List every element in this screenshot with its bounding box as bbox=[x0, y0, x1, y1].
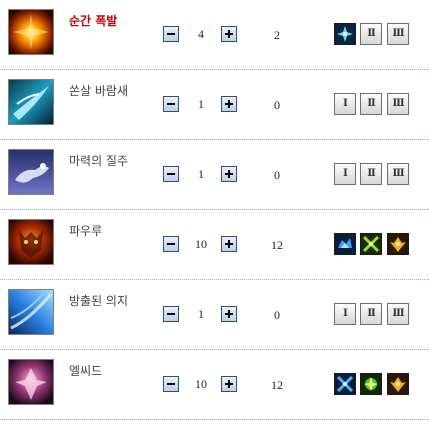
skill-name: 엘씨드 bbox=[69, 364, 103, 378]
skill-level: 10 bbox=[195, 237, 207, 251]
increase-level-button[interactable] bbox=[221, 26, 237, 42]
skill-row: 방출된 의지 1 0 I II III bbox=[0, 281, 429, 350]
skill-name: 순간 폭발 bbox=[69, 14, 118, 28]
blue-beast-icon[interactable] bbox=[334, 233, 356, 255]
skill-points-used: 2 bbox=[274, 28, 280, 42]
skill-name: 방출된 의지 bbox=[69, 294, 129, 308]
increase-level-button[interactable] bbox=[221, 376, 237, 392]
enhancement-slot-button[interactable]: III bbox=[387, 93, 409, 115]
decrease-level-button[interactable] bbox=[163, 306, 179, 322]
blue-spark-icon[interactable] bbox=[334, 23, 356, 45]
fire-burst-icon bbox=[8, 9, 54, 55]
enhancement-slot-button[interactable]: II bbox=[360, 163, 382, 185]
blue-wave-icon bbox=[8, 289, 54, 335]
skill-row: 마력의 질주 1 0 I II III bbox=[0, 141, 429, 210]
skill-row: 순간 폭발 4 2 II III bbox=[0, 1, 429, 70]
decrease-level-button[interactable] bbox=[163, 166, 179, 182]
skill-level: 4 bbox=[198, 27, 204, 41]
decrease-level-button[interactable] bbox=[163, 26, 179, 42]
skill-points-used: 0 bbox=[274, 308, 280, 322]
increase-level-button[interactable] bbox=[221, 236, 237, 252]
skill-level: 10 bbox=[195, 377, 207, 391]
increase-level-button[interactable] bbox=[221, 306, 237, 322]
skill-points-used: 0 bbox=[274, 98, 280, 112]
skill-level: 1 bbox=[198, 167, 204, 181]
green-spark-icon[interactable] bbox=[360, 373, 382, 395]
wind-bird-icon bbox=[8, 79, 54, 125]
gold-bird-icon[interactable] bbox=[387, 373, 409, 395]
spirit-horse-icon bbox=[8, 149, 54, 195]
skill-points-used: 12 bbox=[271, 238, 283, 252]
skill-row: 엘씨드 10 12 bbox=[0, 351, 429, 420]
enhancement-slot-button[interactable]: II bbox=[360, 93, 382, 115]
enhancement-slot-button[interactable]: III bbox=[387, 23, 409, 45]
skill-points-used: 0 bbox=[274, 168, 280, 182]
fire-beast-icon bbox=[8, 219, 54, 265]
decrease-level-button[interactable] bbox=[163, 376, 179, 392]
blue-cross-icon[interactable] bbox=[334, 373, 356, 395]
skill-name: 파우루 bbox=[69, 224, 103, 238]
skill-level: 1 bbox=[198, 307, 204, 321]
gold-bird-icon[interactable] bbox=[387, 233, 409, 255]
decrease-level-button[interactable] bbox=[163, 236, 179, 252]
skill-name: 마력의 질주 bbox=[69, 154, 129, 168]
enhancement-slot-button[interactable]: II bbox=[360, 23, 382, 45]
decrease-level-button[interactable] bbox=[163, 96, 179, 112]
skill-level: 1 bbox=[198, 97, 204, 111]
skill-name: 쏜살 바람새 bbox=[69, 84, 129, 98]
pink-spirit-icon bbox=[8, 359, 54, 405]
increase-level-button[interactable] bbox=[221, 166, 237, 182]
enhancement-slot-button[interactable]: II bbox=[360, 303, 382, 325]
enhancement-slot-button[interactable]: I bbox=[334, 303, 356, 325]
skill-row: 쏜살 바람새 1 0 I II III bbox=[0, 71, 429, 140]
skill-points-used: 12 bbox=[271, 378, 283, 392]
skill-row: 파우루 10 12 bbox=[0, 211, 429, 280]
increase-level-button[interactable] bbox=[221, 96, 237, 112]
enhancement-slot-button[interactable]: I bbox=[334, 163, 356, 185]
enhancement-slot-button[interactable]: III bbox=[387, 163, 409, 185]
green-cross-icon[interactable] bbox=[360, 233, 382, 255]
enhancement-slot-button[interactable]: I bbox=[334, 93, 356, 115]
enhancement-slot-button[interactable]: III bbox=[387, 303, 409, 325]
